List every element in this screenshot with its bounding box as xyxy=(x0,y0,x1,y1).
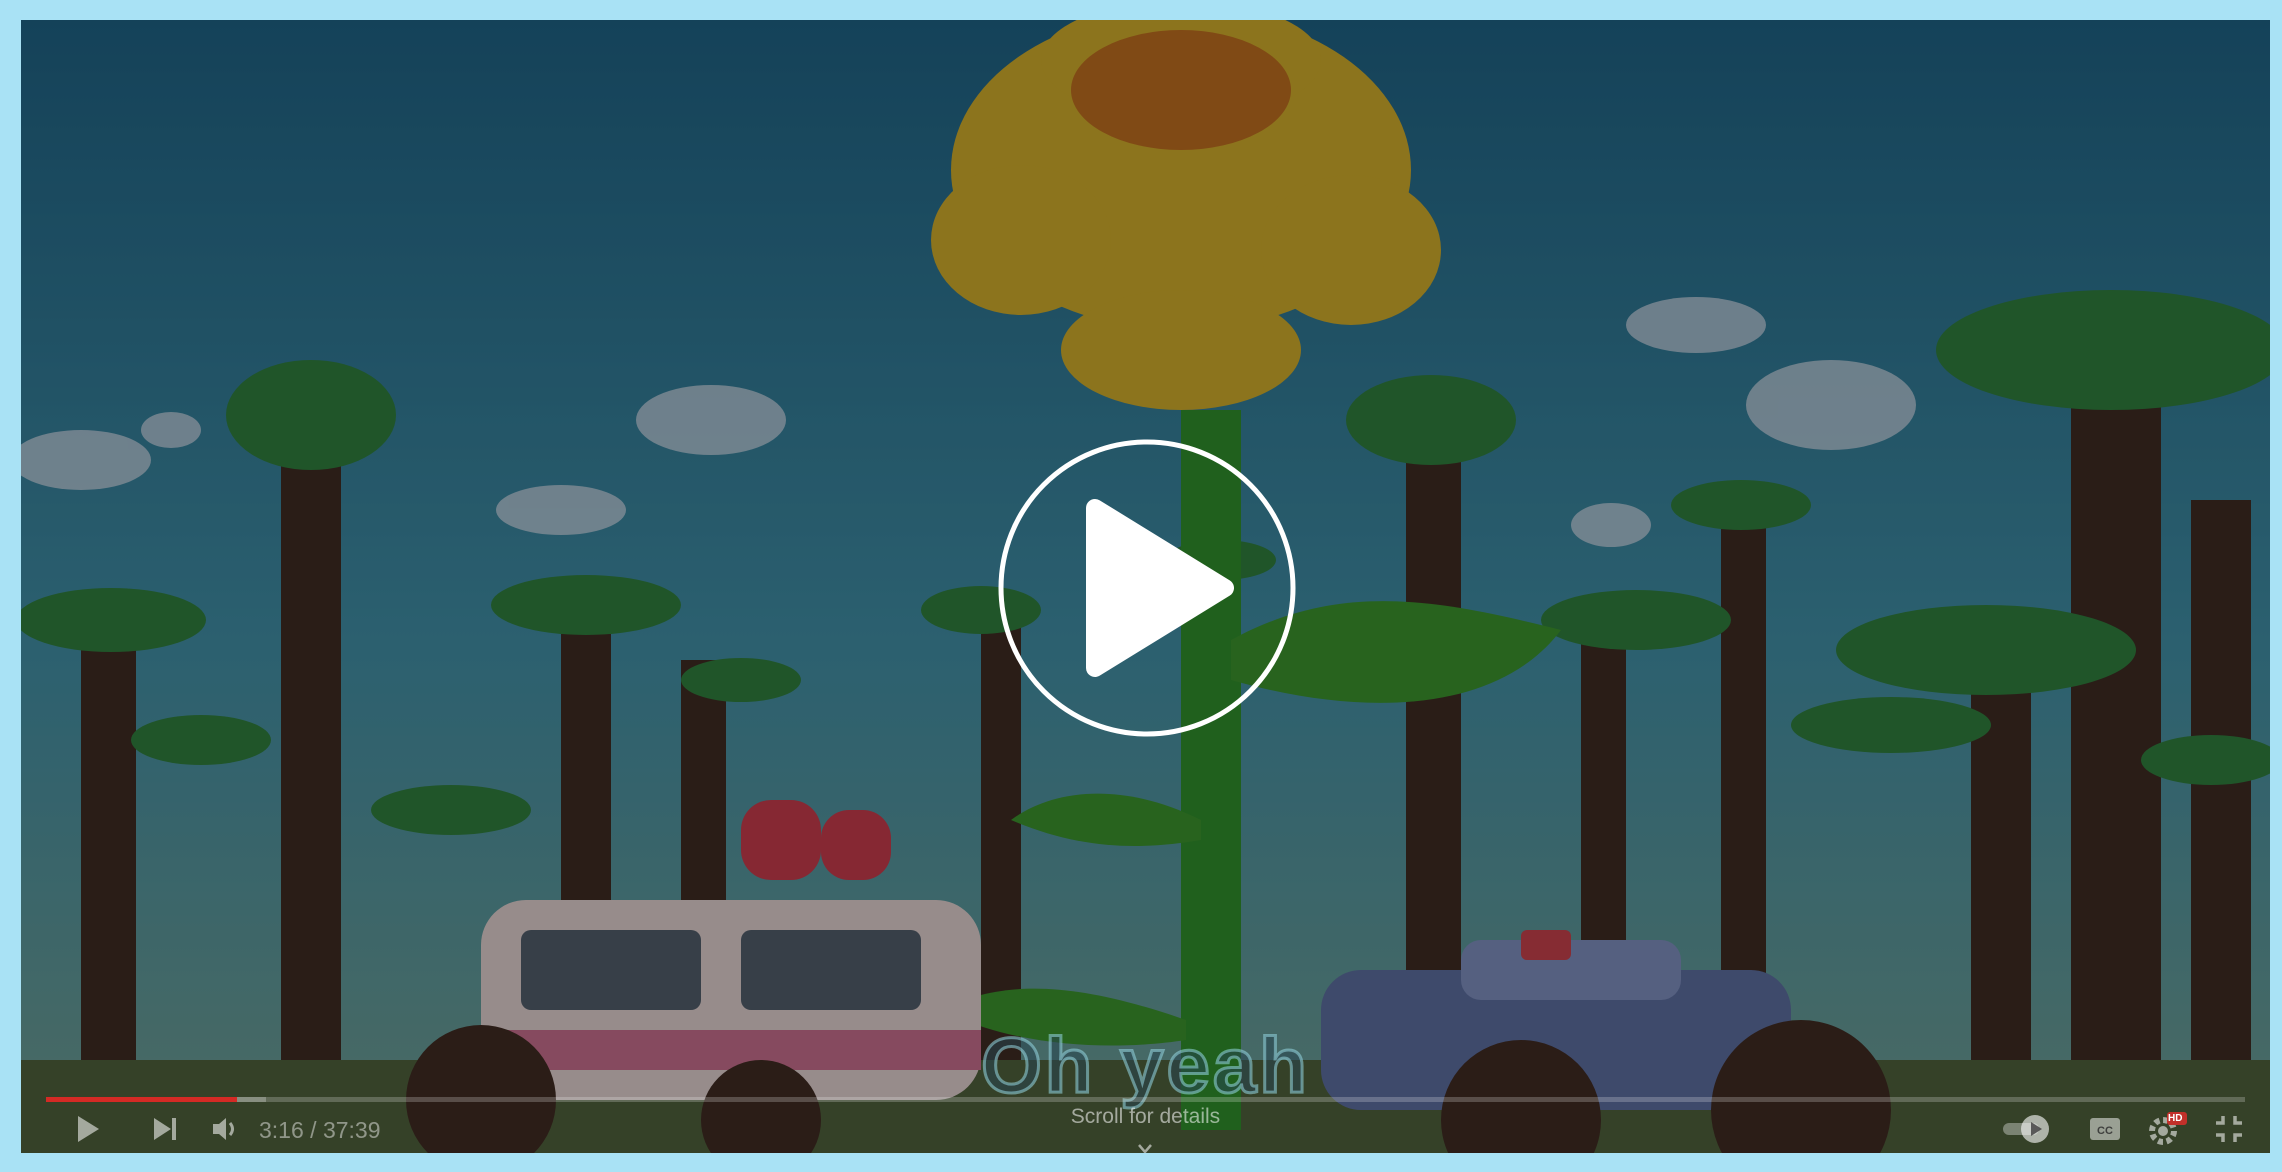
progress-fill xyxy=(46,1097,238,1102)
time-total: 37:39 xyxy=(322,1117,381,1143)
hd-badge: HD xyxy=(2168,1113,2183,1124)
control-bar: 3:16 / 37:39 CC HD xyxy=(21,1105,2270,1153)
progress-bar[interactable] xyxy=(46,1097,2245,1102)
skip-next-icon[interactable] xyxy=(147,1111,183,1147)
time-separator: / xyxy=(310,1117,317,1143)
autoplay-toggle-icon[interactable] xyxy=(2001,1111,2055,1147)
volume-icon[interactable] xyxy=(207,1111,243,1147)
gear-icon[interactable]: HD xyxy=(2147,1111,2187,1147)
exit-fullscreen-icon[interactable] xyxy=(2211,1111,2247,1147)
play-circle-icon[interactable] xyxy=(997,438,1297,738)
svg-text:CC: CC xyxy=(2097,1125,2113,1137)
time-display: 3:16 / 37:39 xyxy=(259,1117,381,1144)
play-icon[interactable] xyxy=(69,1111,105,1147)
closed-captions-icon[interactable]: CC xyxy=(2087,1111,2123,1147)
time-current: 3:16 xyxy=(259,1117,304,1143)
video-player[interactable]: Oh yeah Scroll for details 3:16 / 37:39 xyxy=(21,20,2270,1153)
